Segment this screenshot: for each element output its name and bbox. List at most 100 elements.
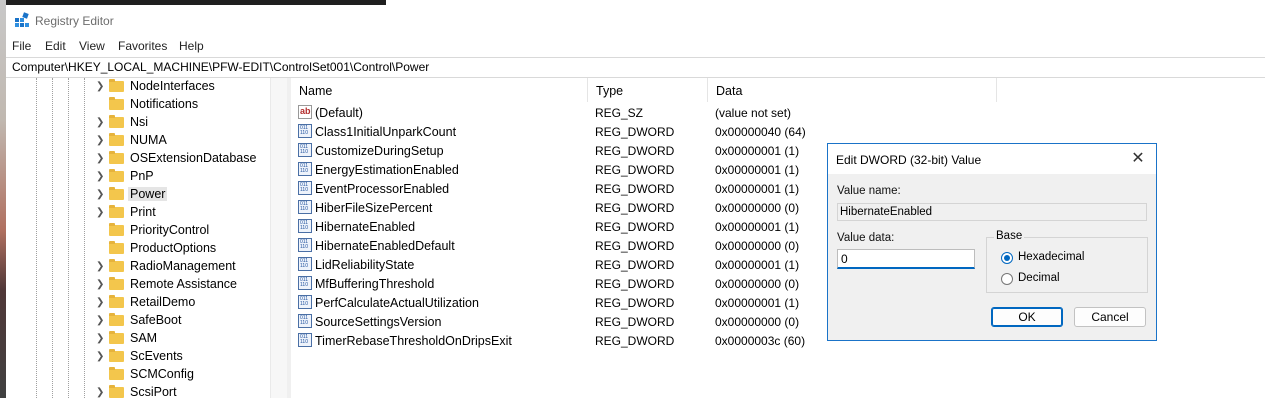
value-name: HibernateEnabledDefault xyxy=(315,239,455,253)
tree-item[interactable]: SCMConfig xyxy=(94,366,270,384)
value-type: REG_DWORD xyxy=(595,258,675,272)
value-name: PerfCalculateActualUtilization xyxy=(315,296,479,310)
value-data: 0x00000001 (1) xyxy=(715,182,800,196)
chevron-right-icon[interactable]: ❯ xyxy=(96,207,104,218)
value-row[interactable]: TimerRebaseThresholdOnDripsExit REG_DWORD… xyxy=(291,331,891,350)
menu-edit[interactable]: Edit xyxy=(45,39,66,53)
tree-item[interactable]: ❯ Remote Assistance xyxy=(94,276,270,294)
value-data: 0x00000001 (1) xyxy=(715,144,800,158)
tree-item[interactable]: ❯ SAM xyxy=(94,330,270,348)
chevron-right-icon[interactable]: ❯ xyxy=(96,117,104,128)
key-tree[interactable]: ❯ NodeInterfaces Notifications ❯ Nsi ❯ NUMA ❯ OS… xyxy=(6,78,270,398)
folder-icon xyxy=(109,385,124,398)
folder-icon xyxy=(109,259,124,272)
tree-item[interactable]: ❯ PnP xyxy=(94,168,270,186)
menu-favorites[interactable]: Favorites xyxy=(118,39,167,53)
value-row[interactable]: HibernateEnabledDefault REG_DWORD 0x000000… xyxy=(291,236,891,255)
value-type: REG_DWORD xyxy=(595,125,675,139)
close-icon[interactable]: ✕ xyxy=(1128,149,1148,169)
value-data: 0x00000001 (1) xyxy=(715,258,800,272)
chevron-right-icon[interactable]: ❯ xyxy=(96,189,104,200)
value-data: 0x00000000 (0) xyxy=(715,315,800,329)
tree-item[interactable]: PriorityControl xyxy=(94,222,270,240)
value-row[interactable]: PerfCalculateActualUtilization REG_DWORD 0… xyxy=(291,293,891,312)
chevron-right-icon[interactable]: ❯ xyxy=(96,297,104,308)
chevron-right-icon[interactable]: ❯ xyxy=(96,153,104,164)
dialog-title-bar[interactable]: Edit DWORD (32-bit) Value ✕ xyxy=(828,144,1156,174)
decimal-label[interactable]: Decimal xyxy=(1018,272,1060,284)
tree-item[interactable]: ❯ NUMA xyxy=(94,132,270,150)
hexadecimal-label[interactable]: Hexadecimal xyxy=(1018,251,1084,263)
value-data-input[interactable]: 0 xyxy=(837,249,975,269)
chevron-right-icon[interactable]: ❯ xyxy=(96,387,104,398)
chevron-right-icon[interactable]: ❯ xyxy=(96,171,104,182)
address-path[interactable]: Computer\HKEY_LOCAL_MACHINE\PFW-EDIT\Con… xyxy=(12,60,429,74)
ok-button[interactable]: OK xyxy=(991,307,1063,327)
chevron-right-icon[interactable]: ❯ xyxy=(96,315,104,326)
column-header-name[interactable]: Name xyxy=(291,78,588,102)
column-header-data[interactable]: Data xyxy=(708,78,997,102)
tree-item[interactable]: ❯ SafeBoot xyxy=(94,312,270,330)
value-data: (value not set) xyxy=(715,106,792,120)
menu-view[interactable]: View xyxy=(79,39,105,53)
value-row[interactable]: (Default) REG_SZ (value not set) xyxy=(291,103,891,122)
binary-value-icon xyxy=(298,124,312,138)
cancel-button[interactable]: Cancel xyxy=(1074,307,1146,327)
value-row[interactable]: EnergyEstimationEnabled REG_DWORD 0x000000… xyxy=(291,160,891,179)
value-data: 0x00000000 (0) xyxy=(715,201,800,215)
chevron-right-icon[interactable]: ❯ xyxy=(96,279,104,290)
chevron-right-icon[interactable]: ❯ xyxy=(96,261,104,272)
tree-item[interactable]: ❯ NodeInterfaces xyxy=(94,78,270,96)
chevron-right-icon[interactable]: ❯ xyxy=(96,81,104,92)
title-bar[interactable]: Registry Editor xyxy=(6,5,1265,35)
value-row[interactable]: HibernateEnabled REG_DWORD 0x00000001 (1) xyxy=(291,217,891,236)
column-header-data-label: Data xyxy=(716,84,743,98)
value-row[interactable]: Class1InitialUnparkCount REG_DWORD 0x00000… xyxy=(291,122,891,141)
value-row[interactable]: LidReliabilityState REG_DWORD 0x00000001 (… xyxy=(291,255,891,274)
tree-scrollbar[interactable] xyxy=(270,78,288,398)
decimal-radio[interactable] xyxy=(1001,273,1013,285)
folder-icon xyxy=(109,331,124,344)
menu-file[interactable]: File xyxy=(12,39,31,53)
folder-icon xyxy=(109,205,124,218)
binary-value-icon xyxy=(298,181,312,195)
folder-icon xyxy=(109,187,124,200)
value-row[interactable]: EventProcessorEnabled REG_DWORD 0x00000001… xyxy=(291,179,891,198)
tree-item-label: ScEvents xyxy=(130,349,183,363)
tree-item[interactable]: ❯ RetailDemo xyxy=(94,294,270,312)
value-row[interactable]: MfBufferingThreshold REG_DWORD 0x00000000 … xyxy=(291,274,891,293)
binary-value-icon xyxy=(298,333,312,347)
chevron-right-icon[interactable]: ❯ xyxy=(96,333,104,344)
folder-icon xyxy=(109,295,124,308)
hexadecimal-radio[interactable] xyxy=(1001,252,1013,264)
folder-icon xyxy=(109,313,124,326)
value-data: 0x00000000 (0) xyxy=(715,239,800,253)
tree-item-label: SafeBoot xyxy=(130,313,182,327)
value-type: REG_SZ xyxy=(595,106,644,120)
tree-item[interactable]: ❯ Power xyxy=(94,186,270,204)
value-type: REG_DWORD xyxy=(595,163,675,177)
tree-item[interactable]: Notifications xyxy=(94,96,270,114)
tree-item[interactable]: ❯ Nsi xyxy=(94,114,270,132)
tree-item-label: ProductOptions xyxy=(130,241,217,255)
tree-item[interactable]: ❯ RadioManagement xyxy=(94,258,270,276)
value-name: EventProcessorEnabled xyxy=(315,182,450,196)
address-bar[interactable]: Computer\HKEY_LOCAL_MACHINE\PFW-EDIT\Con… xyxy=(6,57,1265,78)
tree-item[interactable]: ProductOptions xyxy=(94,240,270,258)
menu-help[interactable]: Help xyxy=(179,39,204,53)
tree-item[interactable]: ❯ ScsiPort xyxy=(94,384,270,398)
value-type: REG_DWORD xyxy=(595,315,675,329)
tree-item[interactable]: ❯ Print xyxy=(94,204,270,222)
chevron-right-icon[interactable]: ❯ xyxy=(96,351,104,362)
value-name: LidReliabilityState xyxy=(315,258,415,272)
value-name: MfBufferingThreshold xyxy=(315,277,435,291)
column-header-type[interactable]: Type xyxy=(588,78,708,102)
tree-item[interactable]: ❯ ScEvents xyxy=(94,348,270,366)
value-row[interactable]: CustomizeDuringSetup REG_DWORD 0x00000001 … xyxy=(291,141,891,160)
folder-icon xyxy=(109,151,124,164)
value-row[interactable]: SourceSettingsVersion REG_DWORD 0x00000000… xyxy=(291,312,891,331)
value-row[interactable]: HiberFileSizePercent REG_DWORD 0x00000000 … xyxy=(291,198,891,217)
tree-item[interactable]: ❯ OSExtensionDatabase xyxy=(94,150,270,168)
value-name: HiberFileSizePercent xyxy=(315,201,433,215)
chevron-right-icon[interactable]: ❯ xyxy=(96,135,104,146)
